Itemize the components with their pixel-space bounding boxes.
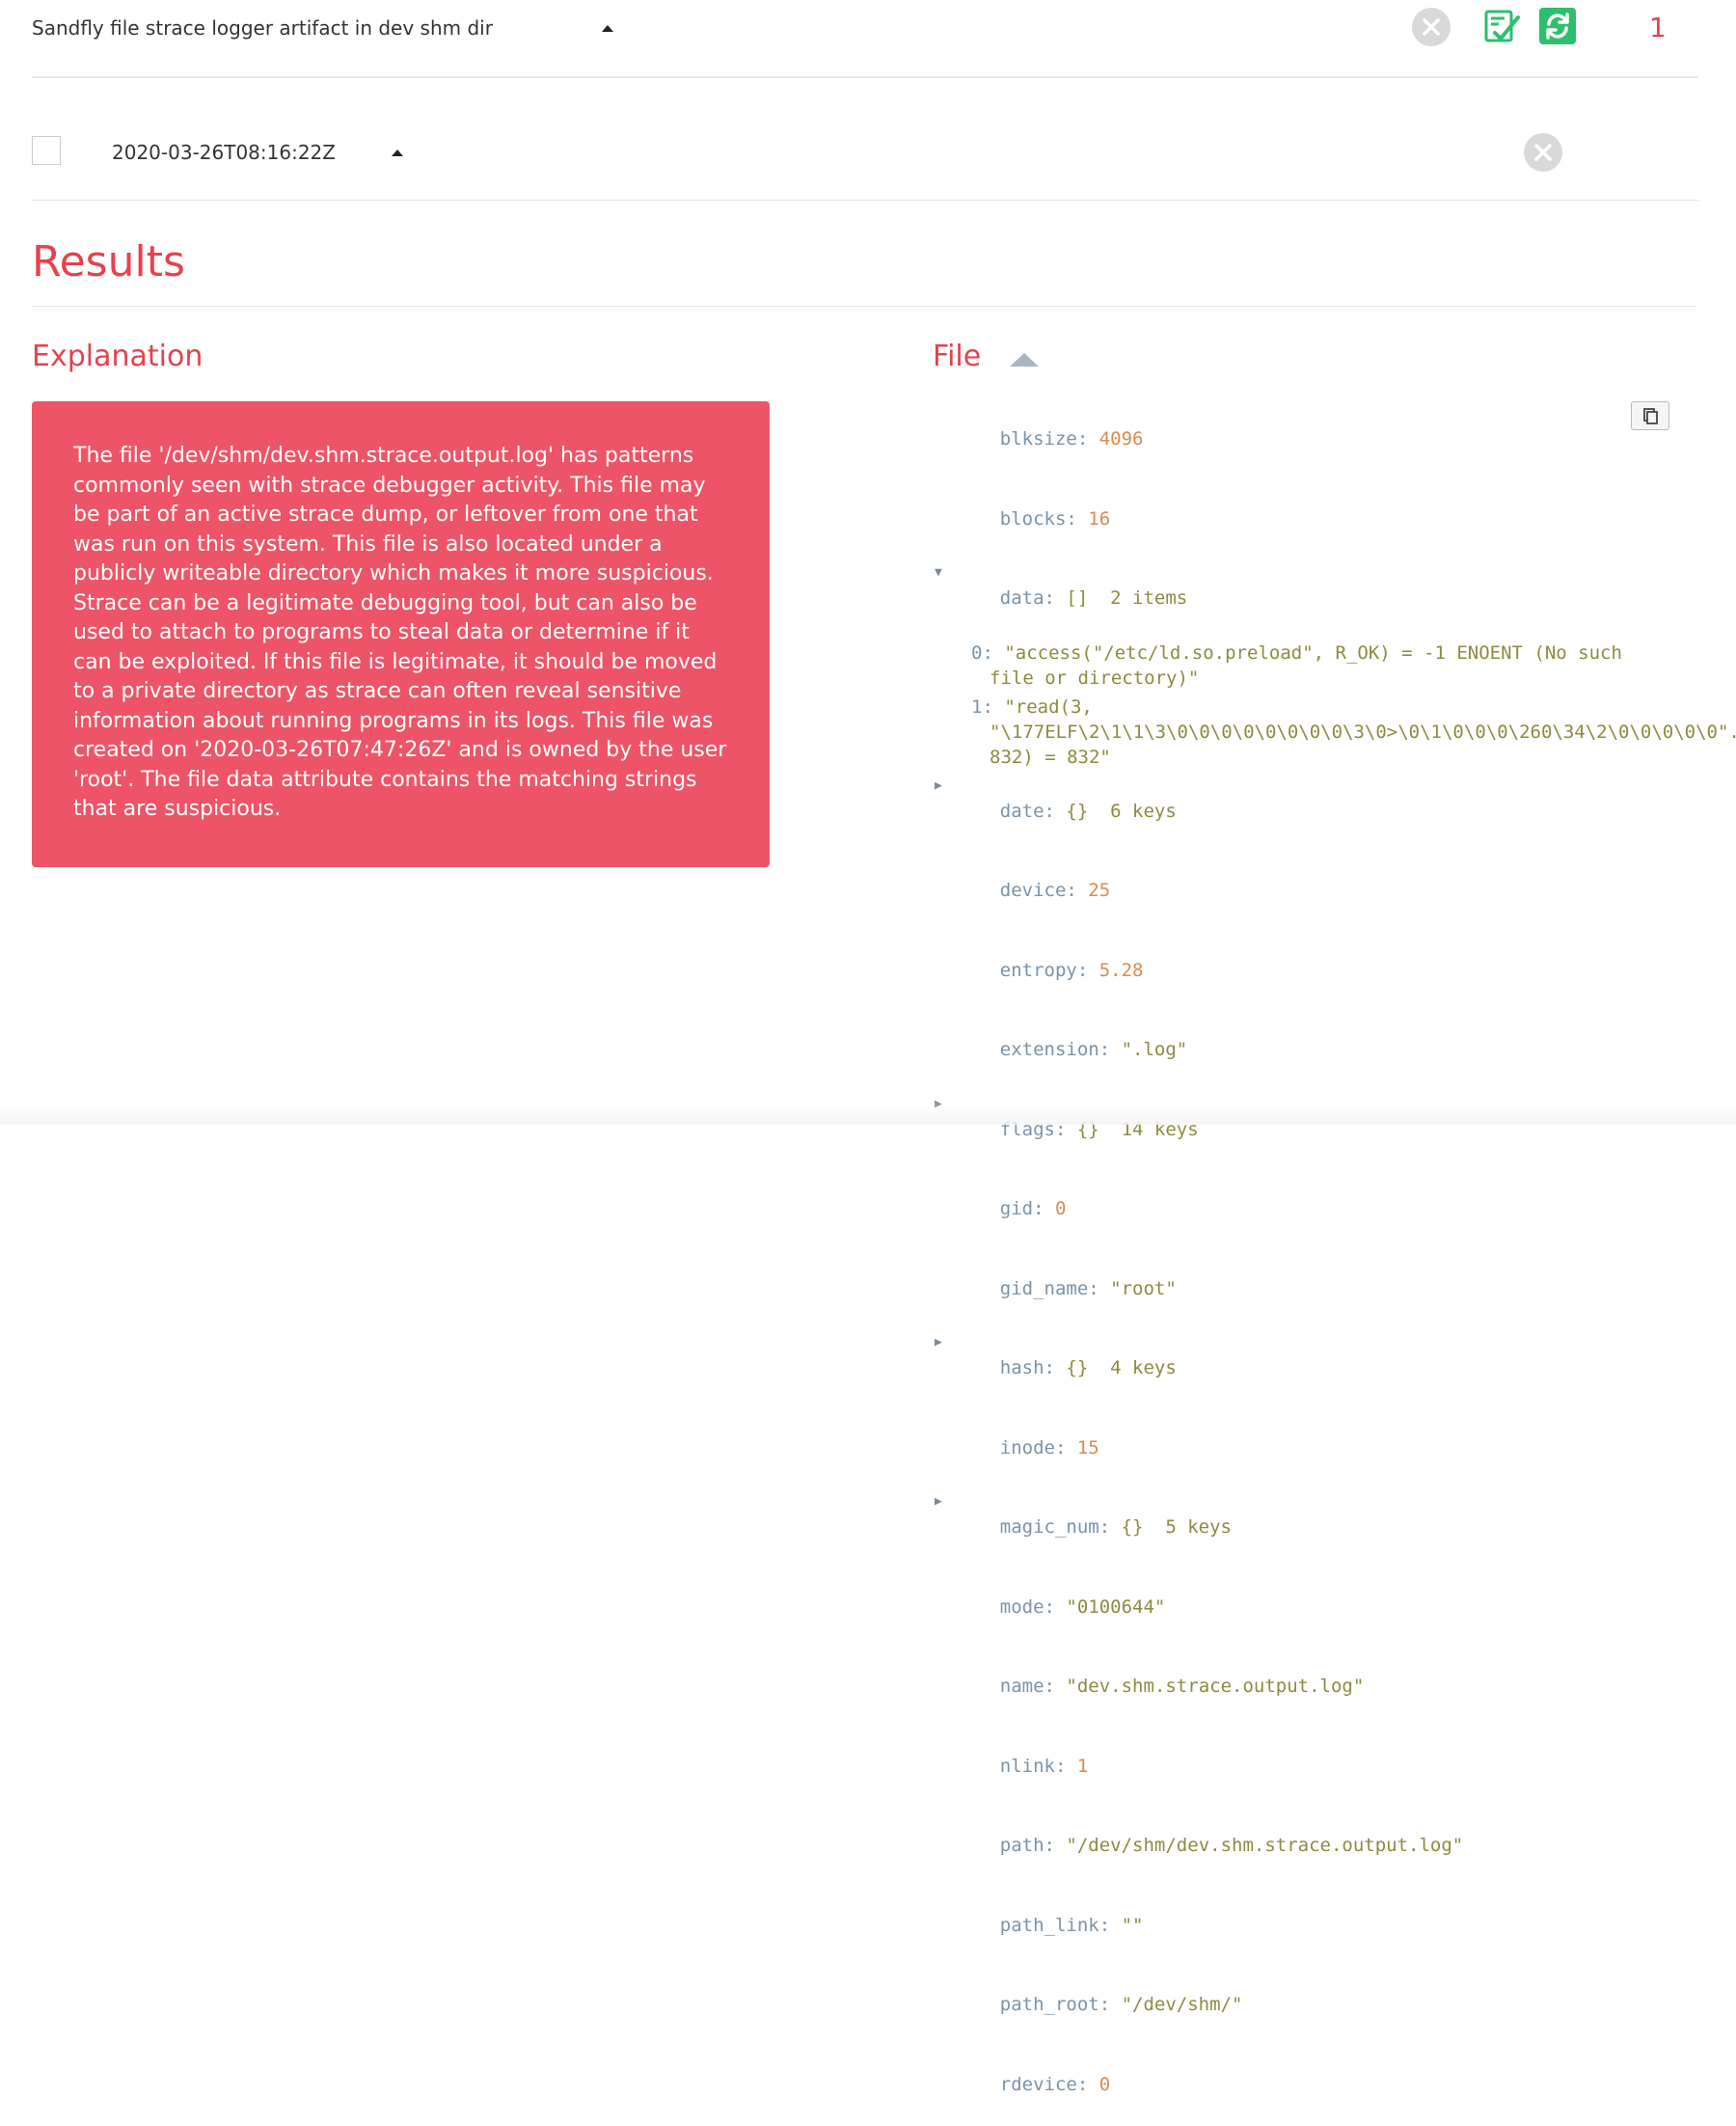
dismiss-result-button[interactable]: [1524, 133, 1562, 172]
json-value: 4096: [1099, 428, 1144, 450]
json-key: blksize:: [1000, 428, 1089, 450]
json-key: nlink:: [1000, 1756, 1067, 1777]
json-value: 5.28: [1099, 960, 1144, 981]
collapse-file-icon[interactable]: [1010, 353, 1039, 367]
json-value: 15: [1077, 1437, 1099, 1458]
approve-button[interactable]: [1483, 8, 1522, 46]
json-key: extension:: [1000, 1039, 1110, 1060]
result-date[interactable]: 2020-03-26T08:16:22Z: [112, 141, 336, 164]
json-row-inode: inode: 15: [933, 1410, 1675, 1485]
json-value: "/dev/shm/dev.shm.strace.output.log": [1066, 1835, 1463, 1856]
json-value: 0: [1099, 2074, 1110, 2095]
result-row[interactable]: 2020-03-26T08:16:22Z: [32, 78, 1698, 201]
explanation-heading: Explanation: [32, 340, 203, 373]
json-row-nlink: nlink: 1: [933, 1729, 1675, 1804]
json-row-path-link: path_link: "": [933, 1888, 1675, 1963]
caret-right-icon[interactable]: ▶: [935, 1330, 948, 1355]
json-row-entropy: entropy: 5.28: [933, 933, 1675, 1008]
json-array-item: 1: "read(3, "\177ELF\2\1\1\3\0\0\0\0\0\0…: [933, 695, 1675, 770]
json-row-date[interactable]: ▶ date: {} 6 keys: [933, 774, 1675, 849]
explanation-text: The file '/dev/shm/dev.shm.strace.output…: [73, 442, 731, 825]
json-key: path_root:: [1000, 1994, 1110, 2015]
explanation-box: The file '/dev/shm/dev.shm.strace.output…: [32, 401, 770, 867]
json-meta: {} 4 keys: [1066, 1357, 1176, 1378]
file-json-viewer: blksize: 4096 blocks: 16 ▼ data: [] 2 ite…: [933, 401, 1675, 2126]
approve-icon: [1483, 8, 1522, 46]
file-heading: File: [933, 340, 981, 373]
json-array-item: 0: "access("/etc/ld.so.preload", R_OK) =…: [933, 641, 1675, 691]
json-key: inode:: [1000, 1437, 1067, 1458]
json-key: gid:: [1000, 1198, 1044, 1219]
scroll-fade: [0, 1101, 1736, 1125]
json-row-gid-name: gid_name: "root": [933, 1251, 1675, 1326]
alert-row[interactable]: Sandfly file strace logger artifact in d…: [32, 0, 1698, 78]
close-icon: [1524, 133, 1562, 172]
json-value: "0100644": [1066, 1596, 1165, 1618]
json-row-path-root: path_root: "/dev/shm/": [933, 1967, 1675, 2042]
json-key: data:: [1000, 587, 1055, 609]
json-row-path: path: "/dev/shm/dev.shm.strace.output.lo…: [933, 1808, 1675, 1883]
json-key: path_link:: [1000, 1915, 1110, 1936]
dismiss-alert-button[interactable]: [1412, 8, 1451, 46]
json-meta: [] 2 items: [1066, 587, 1187, 609]
json-row-hash[interactable]: ▶ hash: {} 4 keys: [933, 1330, 1675, 1405]
json-key: entropy:: [1000, 960, 1089, 981]
json-key: gid_name:: [1000, 1278, 1099, 1299]
json-key: hash:: [1000, 1357, 1055, 1378]
json-index: 1:: [971, 696, 993, 718]
json-value: 1: [1077, 1756, 1088, 1777]
select-checkbox[interactable]: [32, 136, 61, 165]
json-value: "dev.shm.strace.output.log": [1066, 1676, 1364, 1697]
close-icon: [1412, 8, 1451, 46]
divider: [32, 306, 1696, 307]
json-value: "read(3, "\177ELF\2\1\1\3\0\0\0\0\0\0\0\…: [990, 696, 1736, 768]
rerun-icon: [1539, 8, 1576, 44]
json-row-magic-num[interactable]: ▶ magic_num: {} 5 keys: [933, 1489, 1675, 1565]
alert-count: 1: [1649, 12, 1667, 43]
json-key: magic_num:: [1000, 1516, 1110, 1538]
json-key: date:: [1000, 801, 1055, 822]
chevron-up-icon[interactable]: [602, 25, 613, 32]
json-row-name: name: "dev.shm.strace.output.log": [933, 1649, 1675, 1724]
alert-title[interactable]: Sandfly file strace logger artifact in d…: [32, 16, 493, 40]
json-value: 0: [1055, 1198, 1066, 1219]
json-value: "/dev/shm/": [1122, 1994, 1243, 2015]
json-key: name:: [1000, 1676, 1055, 1697]
json-value: "access("/etc/ld.so.preload", R_OK) = -1…: [990, 642, 1633, 689]
json-key: blocks:: [1000, 508, 1077, 530]
json-row-gid: gid: 0: [933, 1171, 1675, 1246]
results-heading: Results: [32, 237, 185, 286]
json-row-mode: mode: "0100644": [933, 1569, 1675, 1645]
json-row-rdevice: rdevice: 0: [933, 2047, 1675, 2122]
caret-right-icon[interactable]: ▶: [935, 1489, 948, 1514]
json-value: 25: [1088, 880, 1110, 901]
json-row-blocks: blocks: 16: [933, 481, 1675, 557]
json-value: 16: [1088, 508, 1110, 530]
json-key: mode:: [1000, 1596, 1055, 1618]
json-row-data[interactable]: ▼ data: [] 2 items: [933, 560, 1675, 636]
json-key: path:: [1000, 1835, 1055, 1856]
json-row-device: device: 25: [933, 853, 1675, 928]
json-value: "root": [1110, 1278, 1177, 1299]
json-key: device:: [1000, 880, 1077, 901]
rerun-button[interactable]: [1539, 8, 1576, 44]
json-row-extension: extension: ".log": [933, 1012, 1675, 1087]
json-row-blksize: blksize: 4096: [933, 401, 1675, 477]
json-index: 0:: [971, 642, 993, 664]
json-value: "": [1122, 1915, 1144, 1936]
json-meta: {} 6 keys: [1066, 801, 1176, 822]
caret-right-icon[interactable]: ▶: [935, 774, 948, 799]
json-value: ".log": [1122, 1039, 1188, 1060]
json-key: rdevice:: [1000, 2074, 1089, 2095]
chevron-up-icon[interactable]: [392, 150, 403, 156]
json-meta: {} 5 keys: [1122, 1516, 1232, 1538]
caret-down-icon[interactable]: ▼: [935, 560, 948, 586]
